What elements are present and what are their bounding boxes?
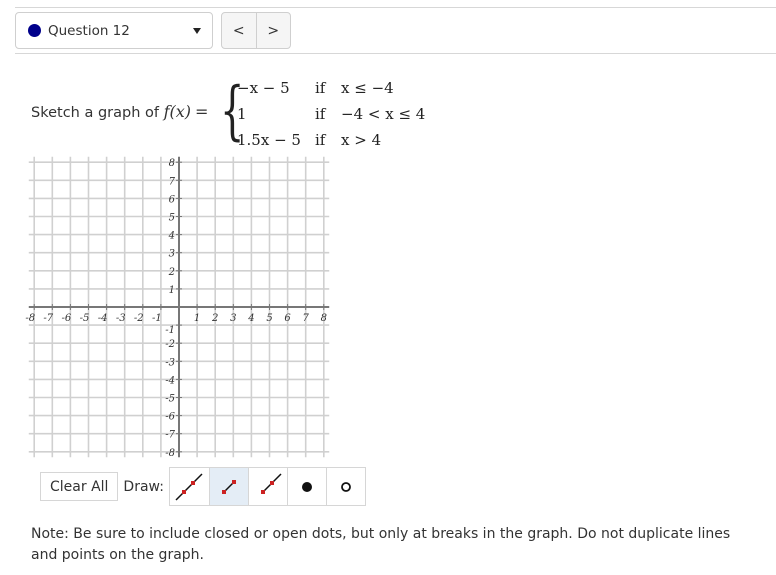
y-tick-label: 1 [169,285,175,296]
case-condition: x > 4 [341,131,382,149]
y-tick-label: 7 [169,176,176,187]
ray-tool-icon [260,472,282,494]
x-tick-label: 7 [303,313,310,324]
closed-dot-tool-button[interactable] [286,468,326,505]
case-condition: −4 < x ≤ 4 [341,105,426,123]
prompt-text: Sketch a graph of [31,105,159,121]
x-tick-label: 4 [247,313,254,324]
case-row: 1 if −4 < x ≤ 4 [237,101,425,127]
y-tick-label: -3 [165,357,175,368]
y-tick-label: 2 [168,267,175,278]
function-name: f(x) [163,102,192,121]
equals-sign: = [195,102,209,121]
y-tick-label: 5 [169,213,175,224]
case-expression: 1 [237,105,247,123]
prev-question-button[interactable]: < [222,13,256,48]
closed-dot-icon [301,481,312,492]
question-selector[interactable]: Question 12 [15,12,213,49]
y-tick-label: -2 [165,339,175,350]
piecewise-cases: −x − 5 if x ≤ −4 1 if −4 < x ≤ 4 1.5x − … [237,75,425,153]
clear-all-button[interactable]: Clear All [40,472,119,501]
case-if: if [315,79,326,97]
open-dot-icon [341,481,351,492]
draw-tools [168,467,366,506]
chevron-left-icon: < [232,22,245,39]
line-tool-icon [175,472,203,501]
header-divider [15,53,776,54]
y-tick-label: 6 [169,194,176,205]
graphing-canvas[interactable]: -8 -7 -6 -5 -4 -3 -2 -1 1 2 3 4 5 6 7 887654321-1-2-3-4… [25,150,335,465]
y-tick-label: 8 [169,158,175,169]
top-divider [15,7,776,8]
x-tick-label: -6 [62,313,72,324]
question-status-dot [28,24,41,37]
ray-tool-button[interactable] [247,468,287,505]
draw-label: Draw: [123,478,164,495]
y-tick-label: -5 [165,394,175,405]
x-tick-label: -8 [25,313,35,324]
x-tick-label: 8 [321,313,327,324]
case-condition: x ≤ −4 [341,79,394,97]
y-tick-label: -7 [165,430,175,441]
x-tick-label: 5 [266,313,272,324]
draw-toolbar: Clear All Draw: [40,467,366,506]
y-tick-label: 3 [169,249,175,260]
y-tick-label: 4 [168,231,175,242]
next-question-button[interactable]: > [255,13,291,48]
y-tick-label: -4 [165,375,175,386]
y-tick-label: -8 [165,448,175,459]
x-tick-label: -7 [43,313,53,324]
segment-tool-icon [221,479,236,494]
chevron-right-icon: > [267,22,280,39]
x-tick-label: -2 [134,313,144,324]
y-tick-label: -1 [165,325,175,336]
x-tick-label: 2 [211,313,218,324]
question-nav: < > [221,12,291,49]
x-tick-label: -1 [152,313,162,324]
x-tick-label: -4 [98,313,108,324]
x-tick-label: 3 [230,313,236,324]
caret-down-icon [193,28,201,34]
open-dot-tool-button[interactable] [325,468,365,505]
y-tick-label: -6 [165,412,175,423]
x-tick-label: -5 [80,313,90,324]
case-if: if [315,131,326,149]
question-selector-label: Question 12 [48,22,130,39]
case-expression: 1.5x − 5 [237,131,301,149]
question-prompt: Sketch a graph of f(x) = [31,102,212,121]
case-expression: −x − 5 [237,79,290,97]
x-tick-label: 6 [284,313,291,324]
instruction-note: Note: Be sure to include closed or open … [31,526,731,563]
x-tick-label: -3 [116,313,126,324]
case-if: if [315,105,326,123]
case-row: −x − 5 if x ≤ −4 [237,75,425,101]
line-tool-button[interactable] [169,468,209,505]
x-tick-label: 1 [194,313,200,324]
segment-tool-button[interactable] [208,468,248,505]
